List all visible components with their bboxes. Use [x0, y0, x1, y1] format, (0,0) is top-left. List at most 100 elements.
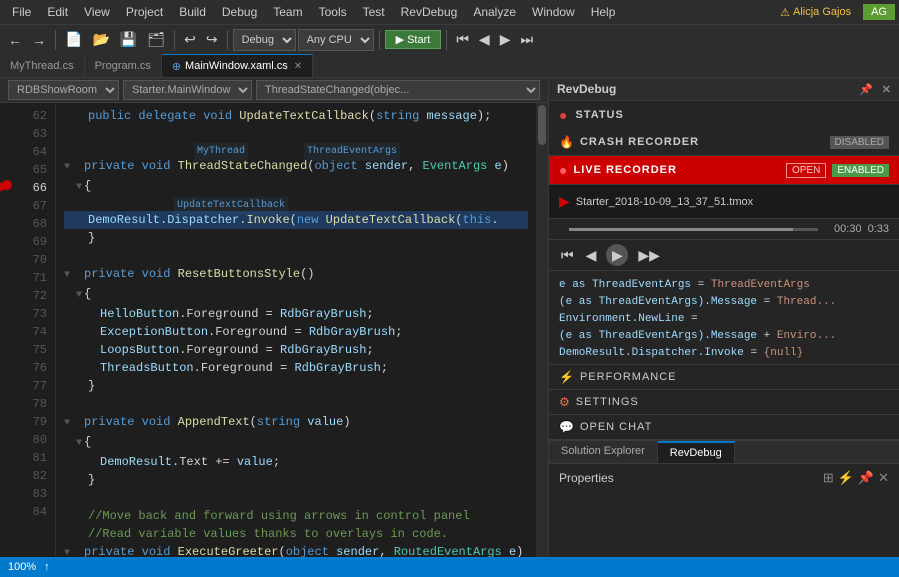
tab-mainwindow-label: MainWindow.xaml.cs — [185, 60, 288, 72]
toolbar-open-btn[interactable]: 📂 — [88, 29, 113, 50]
player-next-btn[interactable]: ▶▶ — [636, 245, 662, 266]
menu-edit[interactable]: Edit — [39, 3, 76, 21]
ln-74: 74 — [16, 323, 47, 341]
close-icon-props[interactable]: ✕ — [878, 470, 889, 486]
btab-revdebug[interactable]: RevDebug — [658, 441, 735, 463]
ln-70: 70 — [16, 251, 47, 269]
player-controls: ⏮ ◀ ▶ ▶▶ — [549, 240, 899, 271]
menu-window[interactable]: Window — [524, 3, 583, 21]
code-line-73: LoopsButton.Foreground = RdbGrayBrush; — [64, 341, 528, 359]
menu-analyze[interactable]: Analyze — [465, 3, 524, 21]
toolbar-saveall-btn[interactable]: 🗂 — [143, 29, 169, 50]
toolbar-back-btn[interactable]: ← — [4, 30, 26, 50]
code-line-67: } — [64, 229, 528, 247]
breakpoint-dot — [2, 180, 12, 190]
player-start-btn[interactable]: ⏮ — [559, 245, 576, 266]
menu-test[interactable]: Test — [355, 3, 393, 21]
toolbar-sep5 — [446, 30, 447, 50]
code-line-70: ▼ { — [64, 285, 528, 305]
performance-section[interactable]: ⚡ PERFORMANCE — [549, 365, 899, 390]
time-total: 0:33 — [868, 223, 889, 235]
ln-80: 80 — [16, 431, 47, 449]
tab-mainwindow[interactable]: ⊕ MainWindow.xaml.cs ✕ — [162, 54, 313, 77]
scroll-thumb[interactable] — [538, 105, 546, 145]
toolbar-sep1 — [55, 30, 56, 50]
fold-70[interactable]: ▼ — [64, 287, 82, 305]
revdebug-panel: RevDebug 📌 ✕ ● STATUS 🔥 CRASH RECORDER D… — [548, 78, 899, 557]
class-dropdown[interactable]: Starter.MainWindow — [123, 80, 252, 100]
toolbar-step-back-btn[interactable]: ◀ — [475, 29, 494, 50]
crash-recorder-section: 🔥 CRASH RECORDER DISABLED — [549, 129, 899, 156]
fold-77[interactable]: ▼ — [64, 415, 70, 433]
editor-scrollbar[interactable] — [536, 103, 548, 557]
toolbar-undo-btn[interactable]: ↩ — [180, 29, 200, 50]
toolbar-redo-btn[interactable]: ↪ — [202, 29, 222, 50]
status-dot: ● — [559, 107, 567, 123]
close-icon[interactable]: ✕ — [882, 84, 891, 96]
toolbar-revdebug-end-btn[interactable]: ⏭ — [516, 29, 537, 50]
pin-icon[interactable]: 📌 — [859, 84, 873, 96]
code-area: ▶ 62 63 64 65 66 67 68 69 70 71 72 73 74… — [0, 103, 548, 557]
pin-icon-props[interactable]: 📌 — [858, 470, 874, 486]
ln-82: 82 — [16, 467, 47, 485]
toolbar-new-btn[interactable]: 📄 — [61, 29, 86, 50]
player-prev-btn[interactable]: ◀ — [584, 245, 599, 266]
sort-icon[interactable]: ⊞ — [823, 470, 834, 486]
user-avatar[interactable]: AG — [863, 4, 895, 20]
fold-78[interactable]: ▼ — [64, 435, 82, 453]
code-line-78: ▼ { — [64, 433, 528, 453]
fold-64[interactable]: ▼ — [64, 159, 70, 177]
tab-mythread[interactable]: MyThread.cs — [0, 54, 85, 77]
ln-79: 79 — [16, 413, 47, 431]
live-icon: ● — [559, 162, 567, 178]
fold-65[interactable]: ▼ — [64, 179, 82, 197]
fold-69[interactable]: ▼ — [64, 267, 70, 285]
openchat-section[interactable]: 💬 OPEN CHAT — [549, 415, 899, 440]
toolbar-sep2 — [174, 30, 175, 50]
performance-label: PERFORMANCE — [580, 371, 677, 383]
menu-file[interactable]: File — [4, 3, 39, 21]
cpu-config-select[interactable]: Any CPU — [298, 29, 374, 51]
method-dropdown[interactable]: ThreadStateChanged(objec... — [256, 80, 540, 100]
menu-team[interactable]: Team — [265, 3, 310, 21]
code-line-72: ExceptionButton.Foreground = RdbGrayBrus… — [64, 323, 528, 341]
toolbar: ← → 📄 📂 💾 🗂 ↩ ↪ Debug Any CPU ▶ Start ⏮ … — [0, 24, 899, 54]
tab-program[interactable]: Program.cs — [85, 54, 162, 77]
debug-config-select[interactable]: Debug — [233, 29, 296, 51]
time-current: 00:30 — [834, 223, 862, 235]
menu-help[interactable]: Help — [583, 3, 624, 21]
menu-view[interactable]: View — [76, 3, 118, 21]
ln-68: 68 — [16, 215, 47, 233]
menu-revdebug[interactable]: RevDebug — [393, 3, 466, 21]
progress-row: 00:30 0:33 — [549, 219, 899, 240]
live-open-badge[interactable]: OPEN — [786, 163, 826, 178]
zoom-level: 100% — [8, 561, 36, 573]
menu-project[interactable]: Project — [118, 3, 171, 21]
fold-84[interactable]: ▼ — [64, 545, 70, 557]
btab-solution-explorer[interactable]: Solution Explorer — [549, 441, 658, 463]
toolbar-revdebug-btn[interactable]: ⏮ — [452, 29, 473, 50]
toolbar-step-fwd-btn[interactable]: ▶ — [496, 29, 515, 50]
code-text[interactable]: public delegate void UpdateTextCallback(… — [56, 103, 536, 557]
menu-build[interactable]: Build — [171, 3, 214, 21]
player-play-btn[interactable]: ▶ — [606, 244, 628, 266]
props-icon[interactable]: ⚡ — [838, 470, 854, 486]
start-button[interactable]: ▶ Start — [385, 30, 442, 49]
ln-64: 64 — [16, 143, 47, 161]
live-recorder-label: LIVE RECORDER — [573, 164, 786, 176]
menu-debug[interactable]: Debug — [214, 3, 265, 21]
warning-icon: ⚠ — [780, 6, 790, 19]
toolbar-forward-btn[interactable]: → — [28, 30, 50, 50]
settings-label: SETTINGS — [576, 396, 639, 408]
namespace-dropdown[interactable]: RDBShowRoom — [8, 80, 119, 100]
settings-section[interactable]: ⚙ SETTINGS — [549, 390, 899, 415]
tab-close-icon[interactable]: ✕ — [294, 61, 302, 72]
code-line-69: ▼ private void ResetButtonsStyle() — [64, 265, 528, 285]
menu-tools[interactable]: Tools — [311, 3, 355, 21]
progress-bar — [569, 228, 818, 231]
ln-67: 67 — [16, 197, 47, 215]
toolbar-save-btn[interactable]: 💾 — [116, 29, 141, 50]
ln-76: 76 — [16, 359, 47, 377]
menu-bar: File Edit View Project Build Debug Team … — [0, 0, 899, 24]
ln-83: 83 — [16, 485, 47, 503]
